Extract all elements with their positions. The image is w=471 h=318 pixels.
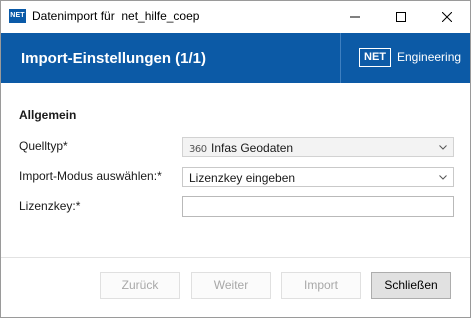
back-button[interactable]: Zurück	[100, 272, 180, 299]
quelltyp-selected-value: 360 Infas Geodaten	[189, 141, 293, 155]
maximize-button[interactable]	[378, 1, 424, 32]
import-modus-value: Lizenzkey eingeben	[189, 171, 296, 185]
lizenzkey-input[interactable]	[182, 196, 454, 217]
import-modus-select[interactable]: Lizenzkey eingeben	[182, 167, 454, 187]
quelltyp-label: Quelltyp*	[19, 139, 68, 153]
chevron-down-icon	[439, 175, 447, 180]
quelltyp-select[interactable]: 360 Infas Geodaten	[182, 137, 454, 157]
minimize-button[interactable]	[332, 1, 378, 32]
lizenzkey-label: Lizenzkey:*	[19, 199, 81, 213]
close-window-button[interactable]	[424, 1, 470, 32]
page-title: Import-Einstellungen (1/1)	[21, 50, 207, 67]
import-button[interactable]: Import	[281, 272, 361, 299]
header-divider	[340, 33, 341, 83]
window-title: Datenimport für net_hilfe_coep	[32, 9, 200, 23]
footer-divider	[1, 257, 470, 258]
brand-logo-badge: NET	[359, 48, 391, 67]
close-icon	[442, 11, 452, 22]
app-icon: NET	[9, 9, 26, 23]
section-title: Allgemein	[19, 108, 77, 122]
minimize-icon	[350, 16, 360, 17]
maximize-icon	[396, 11, 406, 22]
chevron-down-icon	[439, 145, 447, 150]
brand-logo-text: Engineering	[397, 50, 462, 64]
close-button[interactable]: Schließen	[371, 272, 451, 299]
dialog-header: Import-Einstellungen (1/1) NET Engineeri…	[1, 33, 470, 83]
import-dialog-window: NET Datenimport für net_hilfe_coep Impor…	[0, 0, 471, 318]
next-button[interactable]: Weiter	[191, 272, 271, 299]
import-modus-label: Import-Modus auswählen:*	[19, 169, 162, 183]
title-bar[interactable]: NET Datenimport für net_hilfe_coep	[1, 1, 470, 32]
geodata-360-icon: 360	[189, 144, 207, 155]
quelltyp-value-text: Infas Geodaten	[211, 141, 294, 155]
